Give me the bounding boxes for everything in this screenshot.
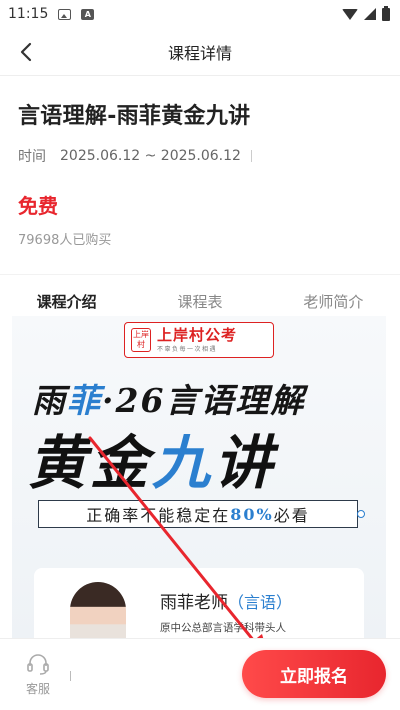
- headset-icon: [27, 654, 49, 675]
- teacher-subject: （言语）: [228, 593, 293, 612]
- banner-dot-icon: [357, 510, 365, 518]
- banner-text-b: 必看: [273, 506, 310, 525]
- course-price: 免费: [18, 194, 58, 218]
- poster-headline-2: 黄金九讲: [28, 416, 276, 500]
- logo-slogan: 不辜负每一次相遇: [157, 346, 218, 353]
- course-time-row: 时间 2025.06.12 ~ 2025.06.12: [18, 146, 382, 166]
- customer-service-label: 客服: [25, 682, 50, 696]
- teacher-name: 雨菲老师（言语）: [160, 588, 292, 613]
- wifi-icon: [342, 8, 358, 20]
- chevron-left-icon: [20, 42, 32, 62]
- course-poster: 上岸村 上岸村公考 不辜负每一次相遇 雨菲·26言语理解 黄金九讲 正确率不能稳…: [12, 316, 386, 646]
- app-notification-icon: A: [81, 8, 95, 20]
- status-right: [342, 5, 390, 21]
- headline-1-part-c: ·26言语理解: [102, 381, 306, 420]
- time-label: 时间: [18, 149, 46, 165]
- headline-1-part-a: 雨: [32, 381, 67, 420]
- teacher-card: 雨菲老师（言语） 原中公总部言语学科带头人: [34, 568, 364, 646]
- status-bar: 11:15 A: [0, 0, 400, 28]
- course-info: 言语理解-雨菲黄金九讲 时间 2025.06.12 ~ 2025.06.12 免…: [0, 76, 400, 248]
- headline-2-part-a: 黄金: [28, 429, 153, 497]
- poster-headline-1: 雨菲·26言语理解: [32, 374, 305, 422]
- banner-percent: 80%: [230, 504, 274, 524]
- signup-button[interactable]: 立即报名: [242, 650, 386, 698]
- status-left: 11:15 A: [8, 6, 95, 22]
- time-divider: [250, 150, 252, 162]
- back-button[interactable]: [14, 40, 38, 64]
- time-value: 2025.06.12 ~ 2025.06.12: [60, 148, 241, 164]
- poster-banner: 正确率不能稳定在 80% 必看: [38, 500, 365, 528]
- signal-icon: [364, 8, 376, 20]
- nav-bar: 课程详情: [0, 28, 400, 76]
- teacher-description: 原中公总部言语学科带头人: [160, 622, 286, 634]
- teacher-name-text: 雨菲老师: [160, 593, 228, 613]
- headline-2-part-c: 讲: [214, 429, 277, 497]
- logo-text: 上岸村公考 不辜负每一次相遇: [157, 326, 238, 354]
- buyer-count: 79698人已购买: [18, 233, 112, 248]
- battery-icon: [382, 5, 390, 21]
- bottom-bar: 客服 立即报名: [0, 638, 400, 710]
- gallery-notification-icon: [58, 8, 72, 20]
- status-time: 11:15: [8, 6, 49, 22]
- banner-text-a: 正确率不能稳定在: [86, 506, 231, 525]
- customer-service-button[interactable]: 客服: [18, 651, 58, 697]
- bottom-divider: [70, 671, 71, 681]
- brand-logo: 上岸村 上岸村公考 不辜负每一次相遇: [124, 322, 274, 358]
- course-title: 言语理解-雨菲黄金九讲: [18, 104, 251, 129]
- teacher-photo: [70, 582, 126, 646]
- logo-seal: 上岸村: [131, 328, 151, 352]
- page-title: 课程详情: [167, 43, 232, 63]
- headline-2-part-b: 九: [152, 429, 215, 497]
- logo-name: 上岸村公考: [157, 326, 238, 344]
- headline-1-part-b: 菲: [67, 381, 102, 420]
